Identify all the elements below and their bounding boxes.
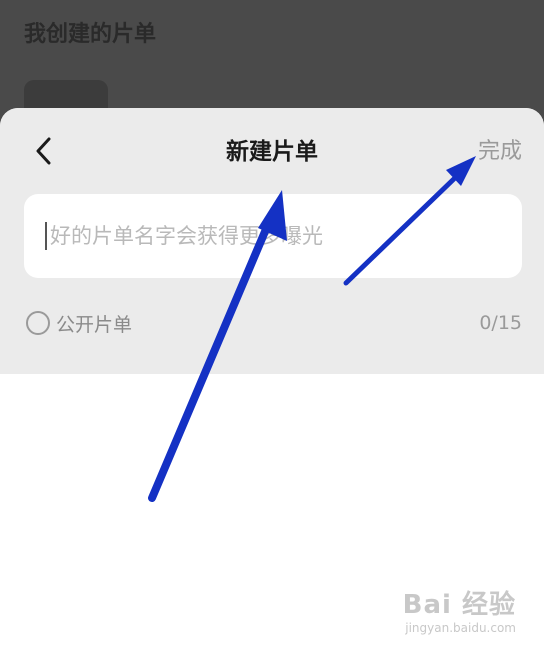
my-lists-heading: 我创建的片单: [24, 22, 157, 47]
new-list-sheet: 新建片单 完成 好的片单名字会获得更多曝光 公开片单 0/15: [0, 108, 544, 651]
text-caret: [45, 222, 47, 250]
watermark: Bai 经验 jingyan.baidu.com: [403, 584, 516, 635]
watermark-main: Bai 经验: [402, 590, 516, 620]
sheet-title: 新建片单: [226, 139, 318, 165]
list-name-input[interactable]: 好的片单名字会获得更多曝光: [24, 194, 522, 278]
public-toggle-row[interactable]: 公开片单: [26, 308, 132, 338]
char-counter: 0/15: [479, 312, 522, 334]
public-radio[interactable]: [26, 311, 50, 335]
sheet-header-area: 新建片单 完成 好的片单名字会获得更多曝光 公开片单 0/15: [0, 108, 544, 374]
done-button[interactable]: 完成: [478, 136, 522, 168]
list-name-placeholder: 好的片单名字会获得更多曝光: [50, 224, 323, 248]
watermark-sub: jingyan.baidu.com: [405, 621, 516, 635]
public-label: 公开片单: [56, 313, 133, 336]
